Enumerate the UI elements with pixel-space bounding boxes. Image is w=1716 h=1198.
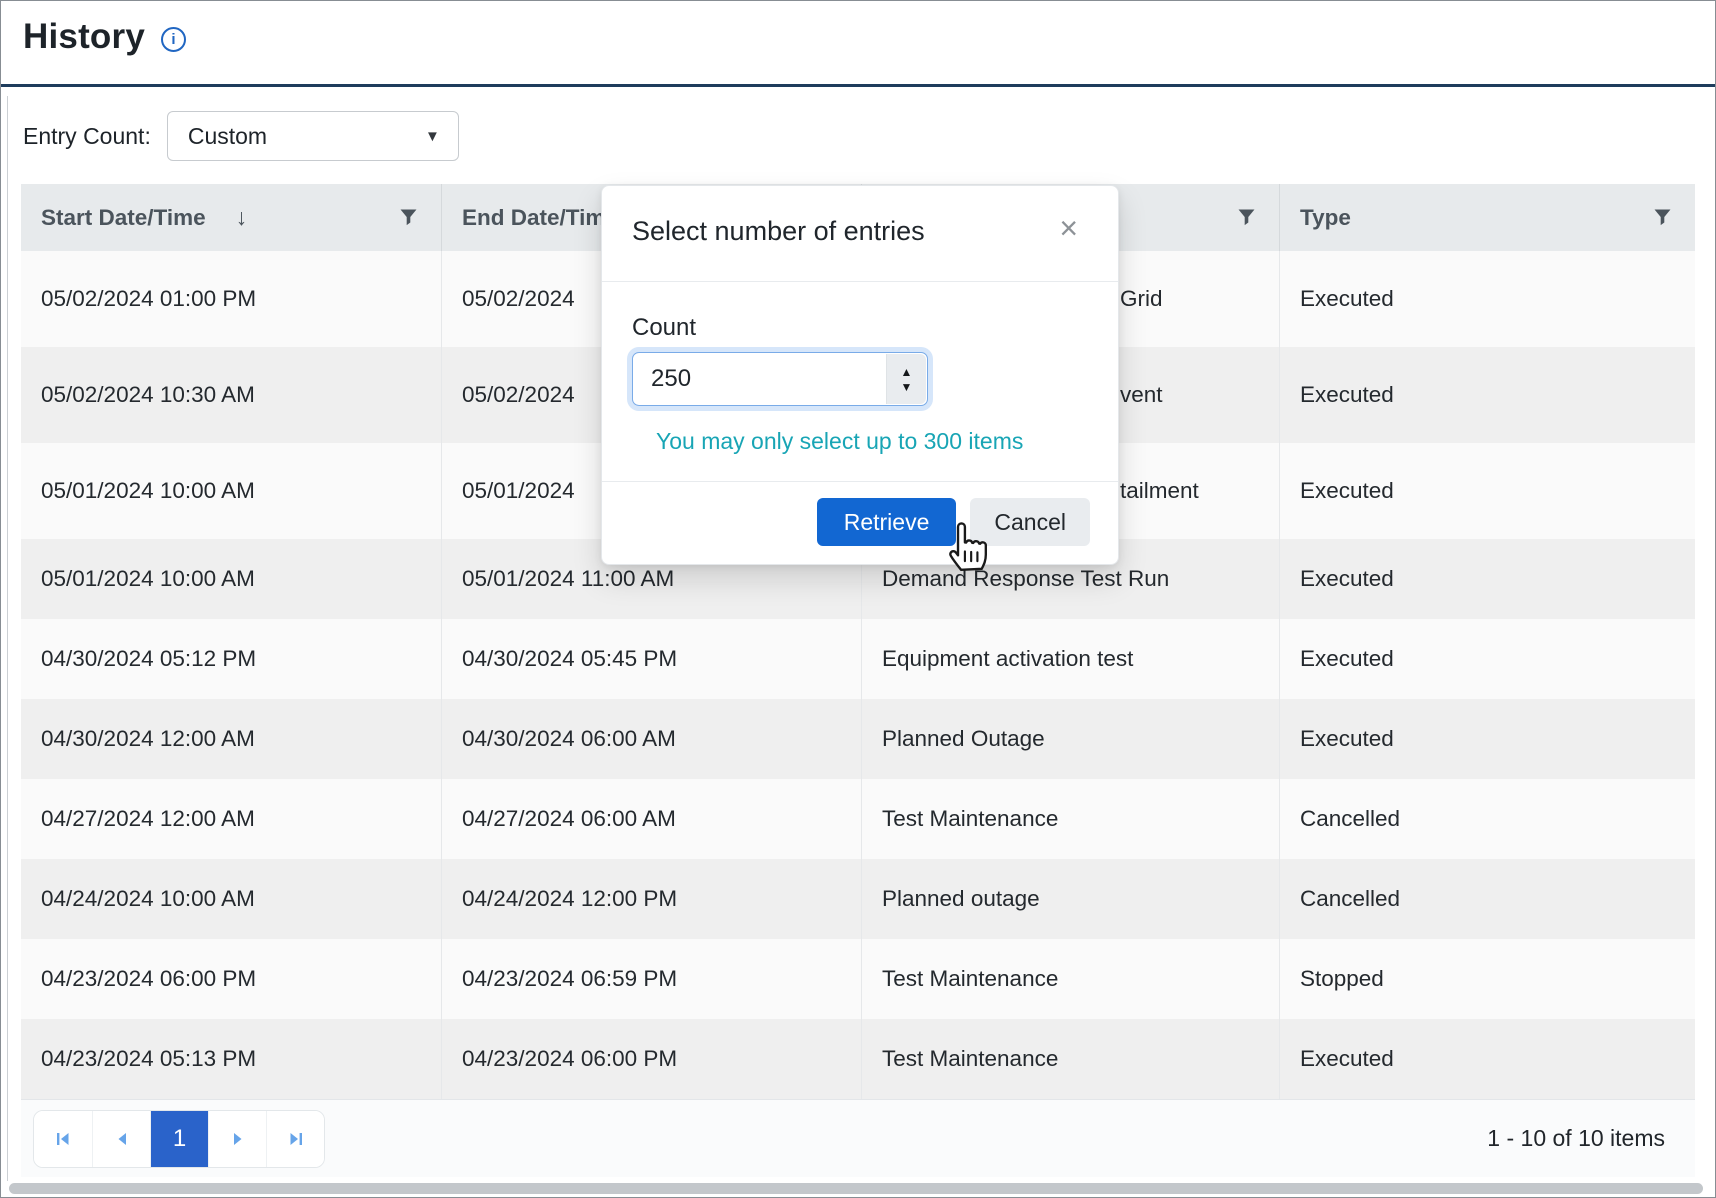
table-row: 04/24/2024 10:00 AM 04/24/2024 12:00 PM … (21, 859, 1695, 939)
select-entries-modal: Select number of entries × Count 250 ▲ ▼… (601, 185, 1119, 565)
table-row: 04/23/2024 05:13 PM 04/23/2024 06:00 PM … (21, 1019, 1695, 1099)
horizontal-scrollbar-thumb[interactable] (9, 1183, 1703, 1194)
dropdown-caret-icon: ▼ (425, 128, 440, 145)
cell-type: Cancelled (1279, 859, 1695, 939)
cell-start-date: 05/01/2024 10:00 AM (21, 539, 441, 619)
cell-start-date: 05/01/2024 10:00 AM (21, 443, 441, 539)
cell-type: Executed (1279, 699, 1695, 779)
cell-name: Equipment activation test (861, 619, 1279, 699)
cell-end-date: 04/30/2024 06:00 AM (441, 699, 861, 779)
modal-header: Select number of entries × (602, 186, 1118, 281)
column-header-type[interactable]: Type (1279, 184, 1695, 251)
cell-end-date: 04/24/2024 12:00 PM (441, 859, 861, 939)
title-row: History i (23, 17, 1715, 57)
filter-icon[interactable] (1654, 209, 1671, 226)
first-page-button[interactable] (34, 1111, 92, 1167)
page-title: History (23, 17, 145, 57)
count-label: Count (632, 314, 1088, 342)
cell-type: Executed (1279, 443, 1695, 539)
cell-end-date: 04/23/2024 06:00 PM (441, 1019, 861, 1099)
left-edge-line (7, 96, 8, 1181)
filter-icon[interactable] (1238, 209, 1255, 226)
cell-name: Test Maintenance (861, 939, 1279, 1019)
max-items-helper-text: You may only select up to 300 items (656, 428, 1088, 455)
cell-type: Executed (1279, 539, 1695, 619)
count-value: 250 (633, 365, 691, 393)
title-divider (1, 84, 1715, 87)
cell-type: Stopped (1279, 939, 1695, 1019)
modal-footer: Retrieve Cancel (602, 482, 1118, 564)
cell-type: Executed (1279, 1019, 1695, 1099)
cell-start-date: 04/23/2024 06:00 PM (21, 939, 441, 1019)
cell-start-date: 04/27/2024 12:00 AM (21, 779, 441, 859)
prev-page-button[interactable] (92, 1111, 150, 1167)
column-header-start-date[interactable]: Start Date/Time ↓ (21, 184, 441, 251)
table-row: 04/27/2024 12:00 AM 04/27/2024 06:00 AM … (21, 779, 1695, 859)
cell-type: Executed (1279, 619, 1695, 699)
sort-desc-icon: ↓ (236, 204, 248, 231)
cell-name: Test Maintenance (861, 1019, 1279, 1099)
column-label: Start Date/Time (41, 205, 206, 231)
column-label: Type (1300, 205, 1351, 231)
cell-type: Cancelled (1279, 779, 1695, 859)
column-label: End Date/Time (462, 205, 618, 231)
table-footer: 1 1 - 10 of 10 items (21, 1099, 1695, 1177)
info-icon[interactable]: i (161, 27, 186, 52)
entry-count-selected-value: Custom (188, 123, 267, 150)
close-icon[interactable]: × (1059, 212, 1078, 244)
stepper-up-icon[interactable]: ▲ (901, 366, 913, 378)
filter-icon[interactable] (400, 209, 417, 226)
table-row: 04/23/2024 06:00 PM 04/23/2024 06:59 PM … (21, 939, 1695, 1019)
retrieve-button[interactable]: Retrieve (817, 498, 957, 546)
cell-end-date: 04/23/2024 06:59 PM (441, 939, 861, 1019)
table-row: 04/30/2024 12:00 AM 04/30/2024 06:00 AM … (21, 699, 1695, 779)
items-count-summary: 1 - 10 of 10 items (1487, 1125, 1665, 1152)
cell-name: Planned outage (861, 859, 1279, 939)
entry-count-row: Entry Count: Custom ▼ (23, 111, 1715, 161)
modal-body: Count 250 ▲ ▼ You may only select up to … (602, 282, 1118, 481)
cell-start-date: 05/02/2024 10:30 AM (21, 347, 441, 443)
cell-type: Executed (1279, 251, 1695, 347)
cell-start-date: 04/30/2024 05:12 PM (21, 619, 441, 699)
cell-name: Test Maintenance (861, 779, 1279, 859)
cell-start-date: 04/23/2024 05:13 PM (21, 1019, 441, 1099)
number-stepper[interactable]: ▲ ▼ (886, 354, 926, 404)
cell-end-date: 04/27/2024 06:00 AM (441, 779, 861, 859)
pagination: 1 (33, 1110, 325, 1168)
cell-start-date: 04/24/2024 10:00 AM (21, 859, 441, 939)
entry-count-label: Entry Count: (23, 123, 151, 150)
last-page-button[interactable] (266, 1111, 324, 1167)
cell-start-date: 04/30/2024 12:00 AM (21, 699, 441, 779)
next-page-button[interactable] (208, 1111, 266, 1167)
entry-count-dropdown[interactable]: Custom ▼ (167, 111, 459, 161)
stepper-down-icon[interactable]: ▼ (901, 381, 913, 393)
cell-type: Executed (1279, 347, 1695, 443)
history-page: History i Entry Count: Custom ▼ Start Da… (0, 0, 1716, 1198)
cancel-button[interactable]: Cancel (970, 498, 1090, 546)
page-1-button[interactable]: 1 (150, 1111, 208, 1167)
table-row: 04/30/2024 05:12 PM 04/30/2024 05:45 PM … (21, 619, 1695, 699)
cell-end-date: 04/30/2024 05:45 PM (441, 619, 861, 699)
cell-name: Planned Outage (861, 699, 1279, 779)
count-input[interactable]: 250 ▲ ▼ (632, 352, 928, 406)
cell-start-date: 05/02/2024 01:00 PM (21, 251, 441, 347)
modal-title: Select number of entries (632, 216, 1088, 247)
